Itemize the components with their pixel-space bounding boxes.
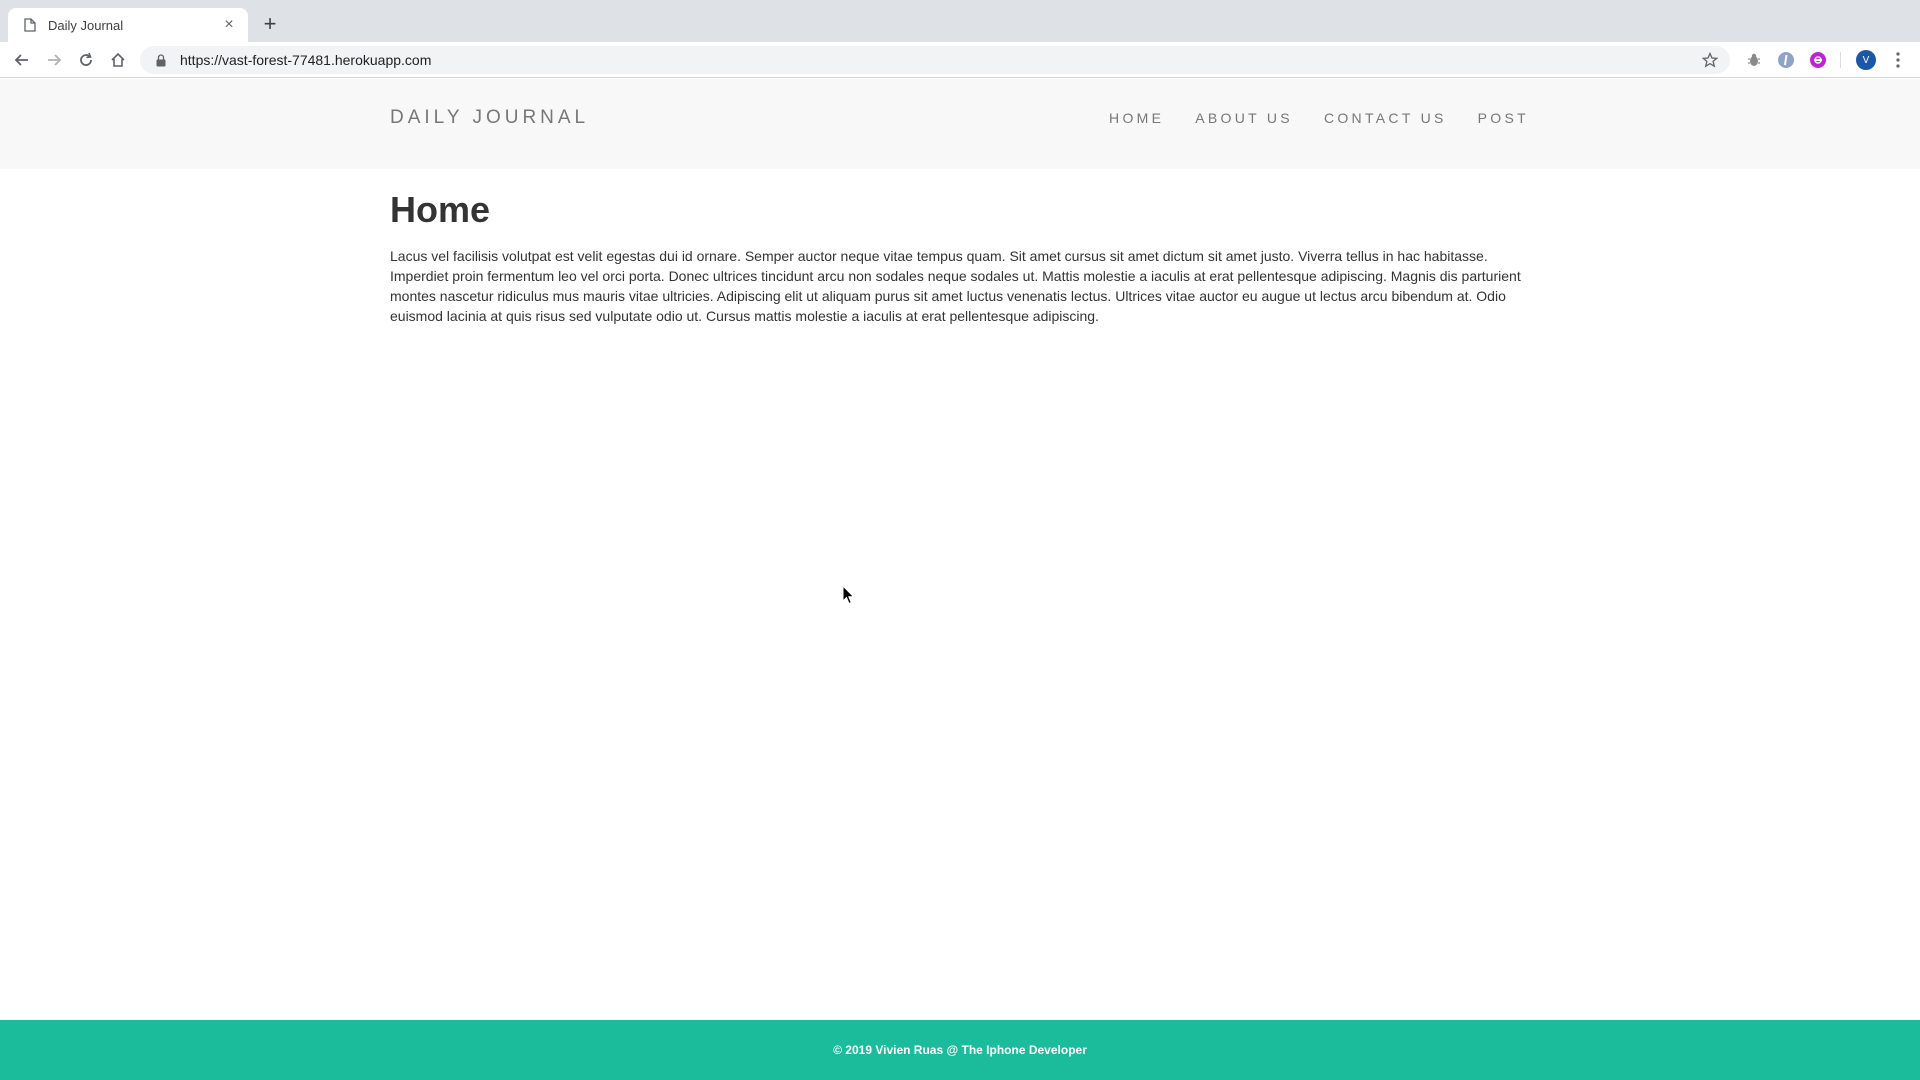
toolbar-divider bbox=[1840, 52, 1841, 68]
url-text[interactable]: https://vast-forest-77481.herokuapp.com bbox=[180, 52, 1698, 68]
bug-extension-icon[interactable] bbox=[1744, 50, 1764, 70]
main-nav: HOME ABOUT US CONTACT US POST bbox=[1109, 110, 1529, 126]
reload-icon[interactable] bbox=[72, 46, 100, 74]
forward-arrow-icon[interactable] bbox=[40, 46, 68, 74]
browser-tab-strip: Daily Journal × + bbox=[0, 0, 1920, 42]
brand-logo-link[interactable]: DAILY JOURNAL bbox=[390, 107, 589, 129]
browser-toolbar: https://vast-forest-77481.herokuapp.com … bbox=[0, 42, 1920, 78]
info-extension-icon[interactable] bbox=[1776, 50, 1796, 70]
footer-copyright: © 2019 Vivien Ruas @ The Iphone Develope… bbox=[833, 1043, 1087, 1057]
site-footer: © 2019 Vivien Ruas @ The Iphone Develope… bbox=[0, 1020, 1920, 1080]
lock-icon bbox=[154, 53, 168, 67]
new-tab-button[interactable]: + bbox=[258, 11, 282, 36]
nav-item-home[interactable]: HOME bbox=[1109, 110, 1164, 126]
page-title: Home bbox=[390, 189, 491, 230]
site-navbar: DAILY JOURNAL HOME ABOUT US CONTACT US P… bbox=[0, 79, 1920, 169]
nav-item-post[interactable]: POST bbox=[1478, 110, 1529, 126]
more-vert-icon[interactable] bbox=[1890, 48, 1906, 72]
main-content: Home Lacus vel facilisis volutpat est ve… bbox=[390, 190, 1530, 326]
nav-item-about-us[interactable]: ABOUT US bbox=[1195, 110, 1293, 126]
profile-avatar[interactable]: V bbox=[1856, 50, 1876, 70]
browser-tab[interactable]: Daily Journal × bbox=[8, 8, 248, 42]
star-icon[interactable] bbox=[1698, 48, 1722, 72]
nav-item-contact-us[interactable]: CONTACT US bbox=[1324, 110, 1447, 126]
address-bar[interactable]: https://vast-forest-77481.herokuapp.com bbox=[140, 46, 1730, 74]
back-arrow-icon[interactable] bbox=[8, 46, 36, 74]
tab-title: Daily Journal bbox=[48, 17, 124, 33]
home-icon[interactable] bbox=[104, 46, 132, 74]
close-icon[interactable]: × bbox=[220, 16, 238, 34]
mouse-cursor-icon bbox=[842, 584, 856, 605]
purple-extension-icon[interactable] bbox=[1808, 50, 1828, 70]
page-icon bbox=[22, 17, 38, 33]
page-body-text: Lacus vel facilisis volutpat est velit e… bbox=[390, 248, 1521, 324]
